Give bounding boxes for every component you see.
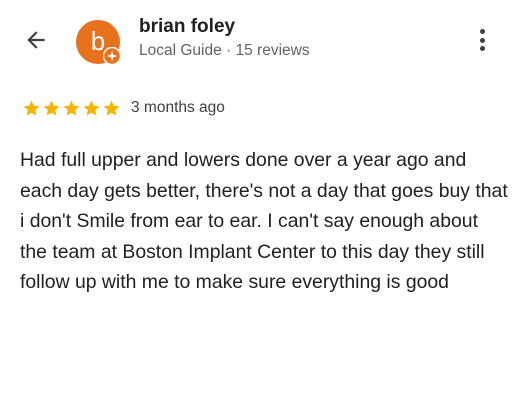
more-options-button[interactable] (472, 24, 492, 56)
review-date: 3 months ago (131, 99, 225, 116)
star-icon (83, 100, 100, 116)
arrow-back-icon (27, 31, 45, 49)
avatar[interactable]: b (76, 20, 121, 65)
local-guide-star-icon (103, 47, 121, 65)
star-icon (63, 100, 80, 116)
reviewer-name[interactable]: brian foley (139, 16, 235, 38)
more-vert-icon-dot (479, 46, 485, 51)
star-icon (43, 100, 60, 116)
star-icon (23, 100, 40, 116)
review-text: Had full upper and lowers done over a ye… (20, 149, 508, 293)
back-button[interactable] (22, 26, 50, 54)
rating-row: 3 months ago (22, 97, 225, 119)
more-vert-icon (479, 29, 485, 34)
more-vert-icon-dot (479, 37, 485, 43)
star-rating (22, 99, 122, 118)
reviewer-subtitle: Local Guide · 15 reviews (139, 42, 310, 59)
star-icon (103, 100, 120, 116)
